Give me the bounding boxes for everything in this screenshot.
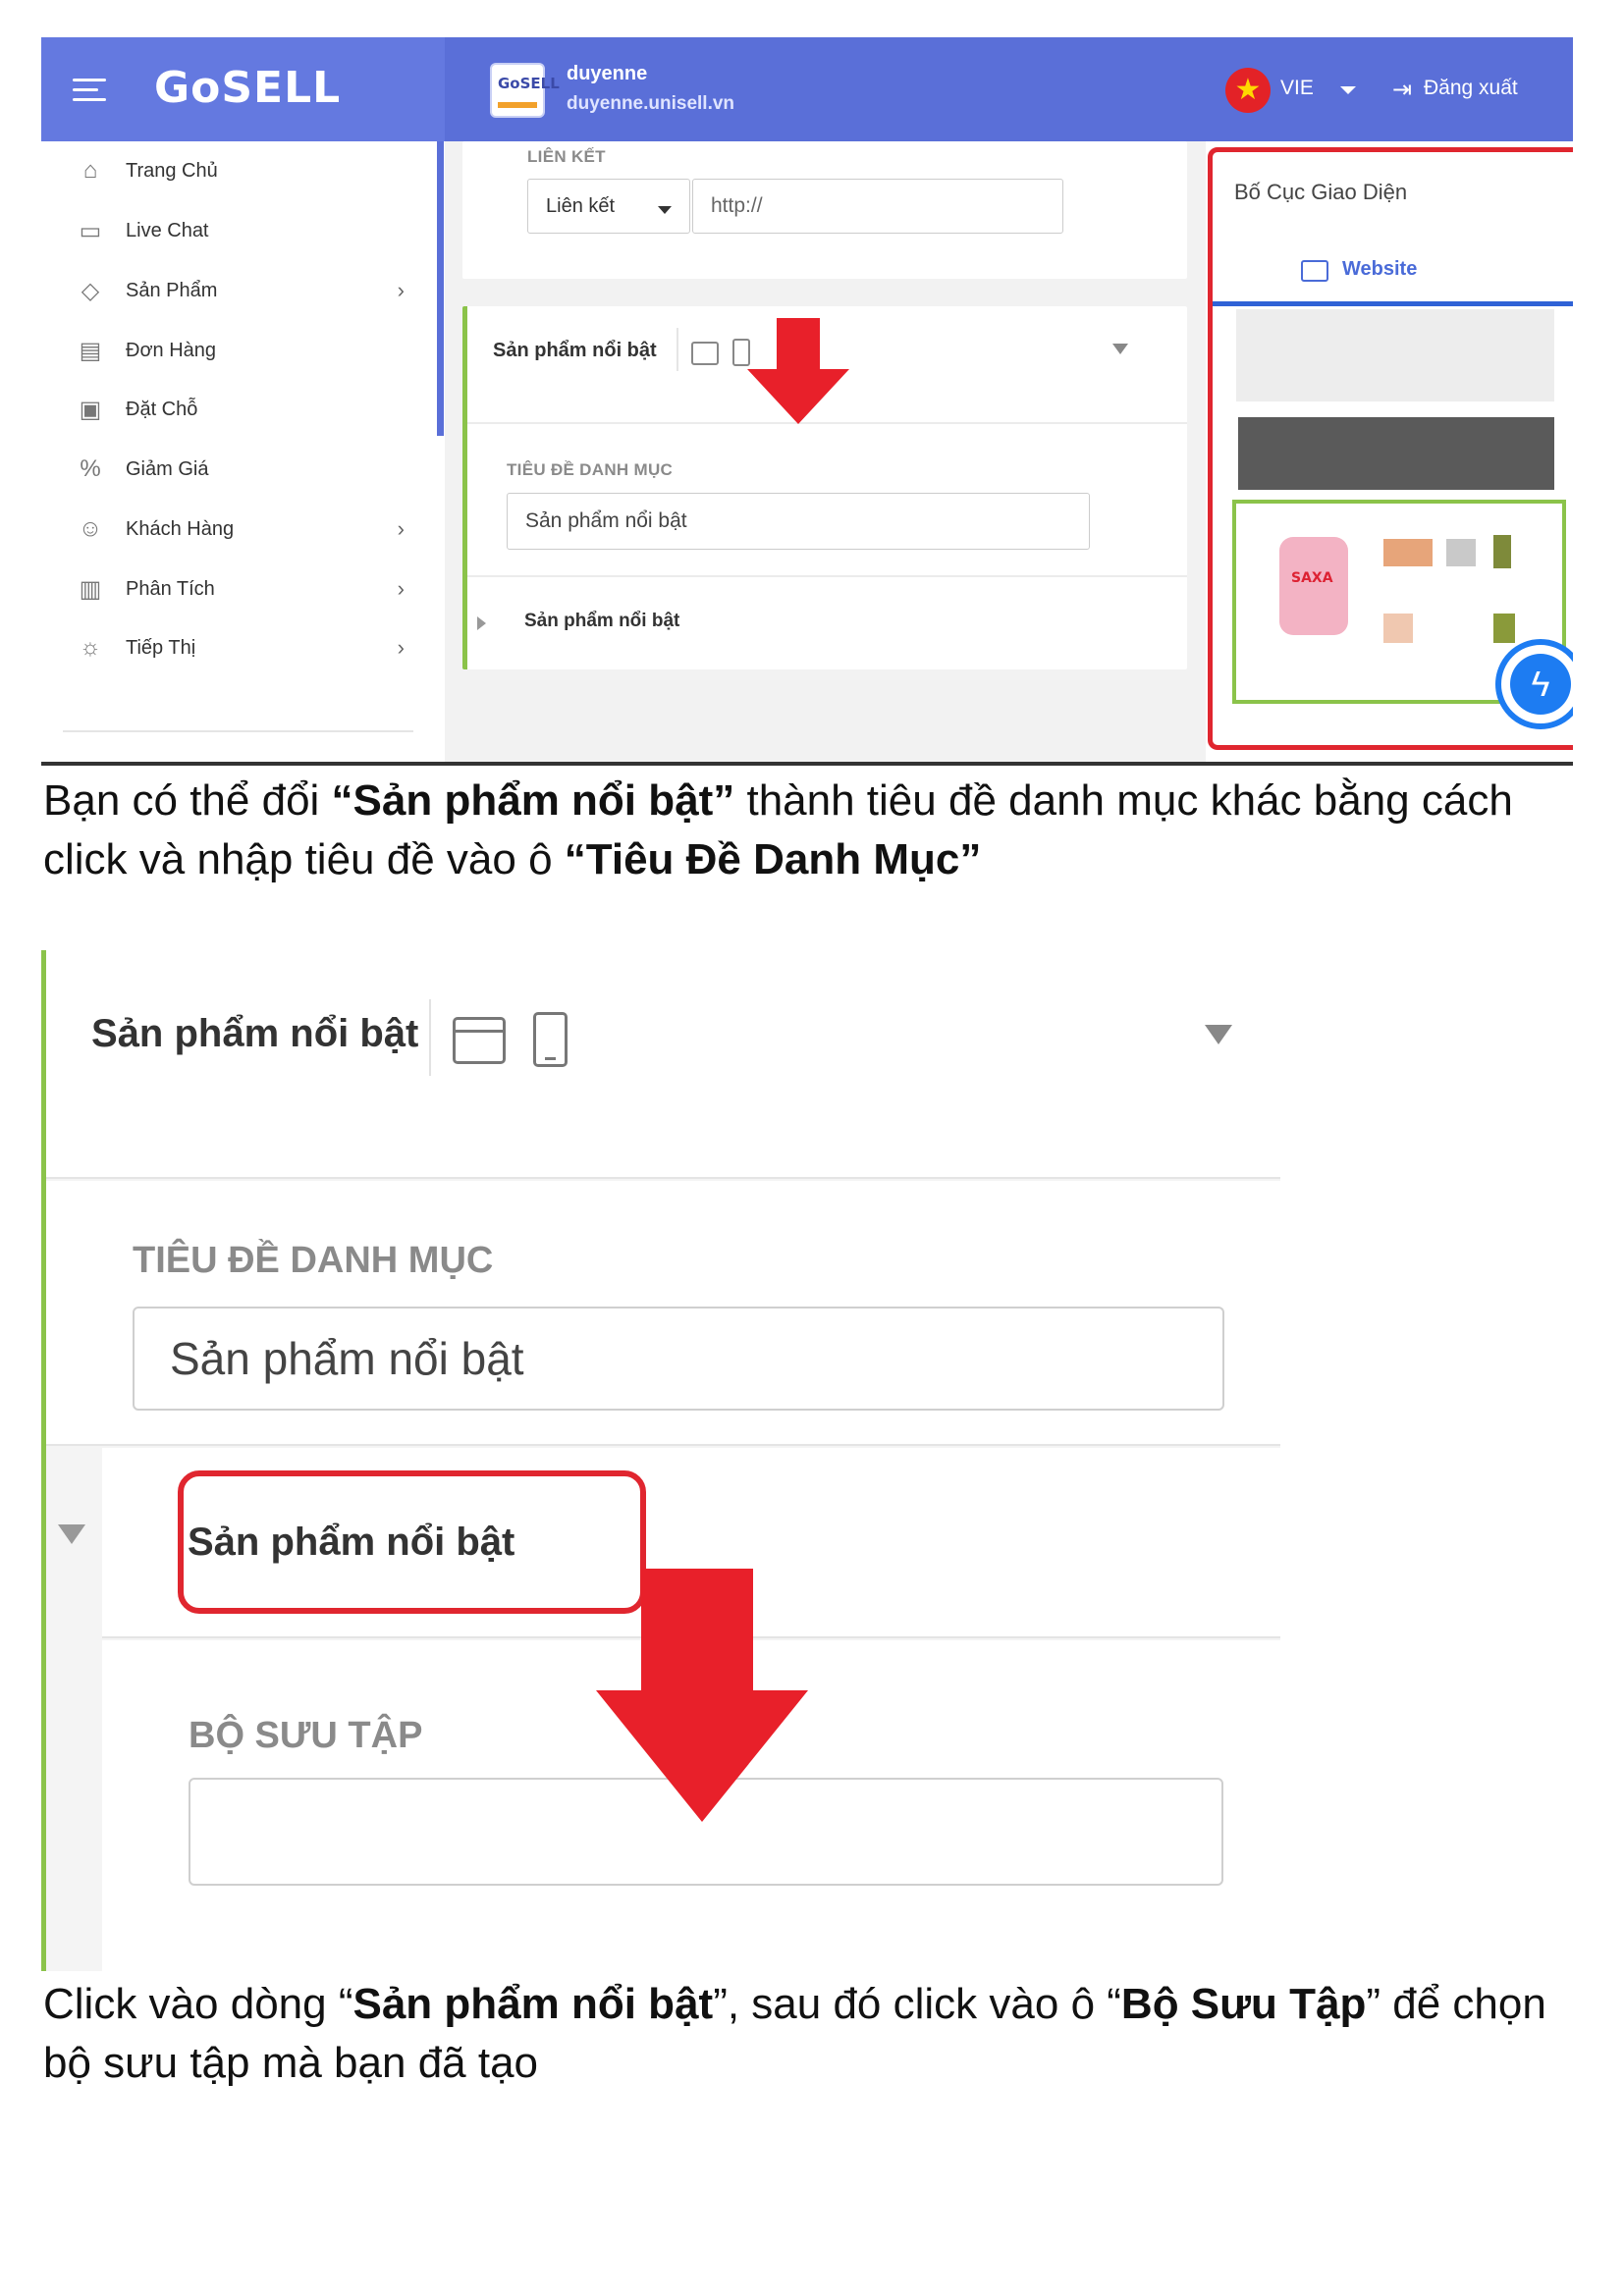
desktop-icon — [1301, 260, 1328, 282]
zoom-card-title[interactable]: Sản phẩm nổi bật — [91, 1012, 418, 1056]
active-tab-indicator — [1213, 301, 1573, 306]
collection-label: BỘ SƯU TẬP — [189, 1715, 423, 1756]
collapse-caret-icon[interactable] — [1205, 1025, 1232, 1044]
collapse-caret-icon[interactable] — [1112, 344, 1128, 354]
zoom-category-title-input[interactable]: Sản phẩm nổi bật — [133, 1307, 1224, 1411]
tag-icon: ◇ — [81, 277, 100, 304]
red-arrow-pointer-icon — [596, 1569, 808, 1822]
desktop-icon[interactable] — [691, 342, 719, 365]
sidebar: ⌂ Trang Chủ ▭ Live Chat ◇ Sản Phẩm › ▤ Đơn Hàng ▣… — [41, 141, 445, 766]
sidebar-item-label: Khách Hàng — [126, 517, 235, 540]
tablet-icon[interactable] — [533, 1012, 568, 1067]
calendar-check-icon: ▣ — [79, 396, 102, 423]
sidebar-item-label: Tiếp Thị — [126, 636, 196, 659]
chart-icon: ▥ — [79, 575, 102, 603]
highlight-box — [178, 1470, 646, 1614]
brand-area: GoSELL — [41, 37, 445, 141]
gosell-logo: GoSELL — [154, 63, 342, 113]
sidebar-scroll-accent — [437, 141, 444, 436]
messenger-icon: ϟ — [1510, 654, 1571, 715]
menu-icon[interactable] — [73, 79, 106, 102]
zoom-card-header: Sản phẩm nổi bật — [46, 950, 1280, 1179]
sidebar-item-1[interactable]: ⌂ Trang Chủ — [71, 151, 405, 190]
preview-banner-thumbnail[interactable] — [1238, 417, 1554, 490]
link-section-label: LIÊN KẾT — [527, 147, 606, 166]
shop-avatar[interactable]: GoSELL — [490, 63, 560, 118]
logout-icon[interactable]: ⇥ — [1392, 76, 1412, 104]
tab-website[interactable]: Website — [1342, 258, 1417, 281]
sidebar-item-label: Đặt Chỗ — [126, 398, 198, 420]
zoom-category-title-label: TIÊU ĐỀ DANH MỤC — [133, 1240, 494, 1281]
screenshot-zoomed-card: Sản phẩm nổi bật TIÊU ĐỀ DANH MỤC Sản ph… — [41, 950, 1280, 1971]
chevron-right-icon: › — [397, 635, 405, 660]
shop-logo-text: GoSELL — [498, 75, 560, 92]
lightbulb-icon: ☼ — [80, 634, 101, 661]
sidebar-item-label: Sản Phẩm — [126, 279, 218, 301]
sidebar-item-6[interactable]: % Giảm Giá — [71, 450, 405, 489]
shop-url[interactable]: duyenne.unisell.vn — [567, 93, 734, 115]
logout-button[interactable]: Đăng xuất — [1424, 77, 1518, 100]
sidebar-divider — [63, 730, 413, 732]
chevron-down-icon — [658, 206, 672, 214]
sidebar-item-label: Đơn Hàng — [126, 339, 217, 361]
top-bar: GoSELL GoSELL duyenne duyenne.unisell.vn… — [41, 37, 1573, 141]
sidebar-item-label: Trang Chủ — [126, 159, 218, 182]
discount-icon: % — [80, 455, 101, 482]
category-title-label: TIÊU ĐỀ DANH MỤC — [507, 460, 674, 479]
instruction-paragraph-2: Click vào dòng “Sản phẩm nổi bật”, sau đ… — [43, 1980, 1546, 2087]
featured-subitem[interactable]: Sản phẩm nổi bật — [524, 611, 679, 632]
language-select[interactable]: VIE — [1280, 77, 1314, 100]
zoom-category-title-section: TIÊU ĐỀ DANH MỤC Sản phẩm nổi bật — [46, 1181, 1280, 1446]
expand-caret-icon[interactable] — [58, 1524, 85, 1544]
category-title-input[interactable]: Sản phẩm nổi bật — [507, 493, 1090, 550]
link-url-input[interactable]: http:// — [692, 179, 1063, 234]
chevron-right-icon: › — [397, 516, 405, 541]
messenger-chat-button[interactable]: ϟ — [1495, 639, 1573, 729]
vietnam-flag-icon[interactable]: ★ — [1225, 68, 1271, 113]
link-type-value: Liên kết — [546, 194, 616, 217]
instruction-paragraph-1: Bạn có thể đổi “Sản phẩm nổi bật” thành … — [43, 776, 1513, 883]
chat-icon: ▭ — [79, 217, 102, 244]
shop-name: duyenne — [567, 63, 648, 84]
sidebar-item-4[interactable]: ▤ Đơn Hàng — [71, 331, 405, 370]
preview-product-grid-thumbnail[interactable] — [1236, 309, 1554, 401]
screenshot-editor: GoSELL GoSELL duyenne duyenne.unisell.vn… — [41, 37, 1573, 766]
editor-panel: LIÊN KẾT Liên kết http:// Sản phẩm nổi b… — [445, 141, 1206, 766]
sidebar-item-9[interactable]: ☼ Tiếp Thị › — [71, 628, 405, 667]
sidebar-item-7[interactable]: ☺ Khách Hàng › — [71, 509, 405, 549]
red-arrow-pointer-icon — [747, 318, 849, 424]
sidebar-item-3[interactable]: ◇ Sản Phẩm › — [71, 271, 405, 310]
link-card: LIÊN KẾT Liên kết http:// — [462, 141, 1187, 279]
sidebar-item-label: Phân Tích — [126, 577, 215, 600]
link-type-select[interactable]: Liên kết — [527, 179, 690, 234]
sidebar-item-2[interactable]: ▭ Live Chat — [71, 211, 405, 250]
desktop-icon[interactable] — [453, 1017, 506, 1064]
home-icon: ⌂ — [82, 157, 98, 184]
chevron-right-icon: › — [397, 278, 405, 302]
expand-arrow-icon[interactable] — [477, 616, 486, 630]
sidebar-item-5[interactable]: ▣ Đặt Chỗ — [71, 390, 405, 429]
chevron-down-icon[interactable] — [1340, 86, 1356, 94]
chevron-right-icon: › — [397, 576, 405, 601]
preview-title: Bố Cục Giao Diện — [1234, 180, 1408, 204]
sidebar-item-8[interactable]: ▥ Phân Tích › — [71, 569, 405, 609]
sidebar-item-label: Giảm Giá — [126, 457, 209, 480]
users-icon: ☺ — [78, 515, 103, 542]
featured-card-title[interactable]: Sản phẩm nổi bật — [493, 340, 657, 362]
receipt-icon: ▤ — [79, 337, 102, 364]
sidebar-item-label: Live Chat — [126, 219, 209, 241]
layout-preview-panel: Bố Cục Giao Diện Website SAXA ϟ — [1208, 147, 1573, 750]
